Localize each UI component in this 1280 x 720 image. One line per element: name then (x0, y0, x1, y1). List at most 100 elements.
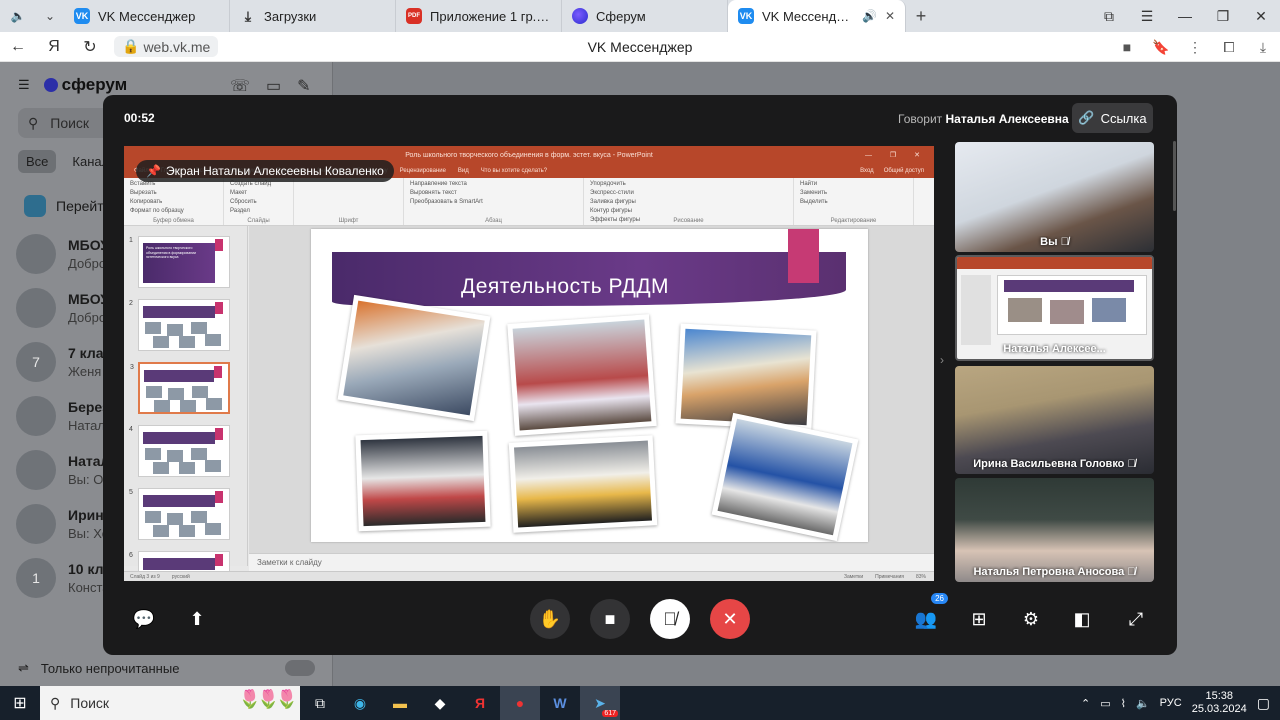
raise-hand-button[interactable]: ✋ (530, 599, 570, 639)
explorer-icon[interactable]: ▬ (380, 686, 420, 720)
ppt-ribbon-item[interactable]: Найти (800, 181, 907, 187)
participants-button[interactable]: 👥 26 (906, 593, 948, 639)
status-comments[interactable]: Примечания (875, 574, 904, 580)
ppt-thumb[interactable]: 1 Роль школьного творческого объединения … (129, 236, 230, 288)
downloads-icon[interactable]: ⤓ (1246, 39, 1280, 56)
participant-tile-screen[interactable]: Наталья Алексее... (955, 255, 1154, 361)
collapse-chevron-icon[interactable]: › (940, 353, 944, 367)
taskbar-search[interactable]: ⚲ Поиск 🌷🌷🌷 (40, 686, 300, 720)
ppt-ribbon-item[interactable]: Упорядочить (590, 181, 787, 187)
back-icon[interactable]: ← (0, 38, 36, 56)
yandex-browser-icon[interactable]: ● (500, 686, 540, 720)
minimize-icon[interactable]: — (1166, 8, 1204, 24)
battery-icon[interactable]: ▭ (1100, 697, 1110, 710)
filter-all[interactable]: Все (18, 150, 57, 173)
browser-tab[interactable]: Сферум (562, 0, 728, 32)
status-notes[interactable]: Заметки (844, 574, 863, 580)
pin-icon[interactable]: 📌 (146, 164, 161, 178)
browser-tab[interactable]: VK VK Мессенджер (64, 0, 230, 32)
restore-icon[interactable]: ❐ (1204, 8, 1242, 25)
camera-button[interactable]: ■ (590, 599, 630, 639)
ppt-menu-item[interactable]: Вид (458, 168, 469, 174)
word-icon[interactable]: W (540, 686, 580, 720)
edge-icon[interactable]: ◉ (340, 686, 380, 720)
fullscreen-button[interactable]: ⤢ (1116, 599, 1156, 639)
volume-icon[interactable]: 🔈 (1136, 697, 1150, 710)
participant-tile[interactable]: Вы 🎙̸ (955, 142, 1154, 252)
ppt-ribbon-item[interactable]: Заменить (800, 190, 907, 196)
menu-icon[interactable]: ☰ (1128, 8, 1166, 25)
speaker-icon[interactable]: 🔊 (862, 9, 877, 23)
ppt-ribbon-item[interactable]: Сбросить (230, 199, 287, 205)
link-button[interactable]: 🔗 Ссылка (1072, 103, 1153, 133)
participant-tile[interactable]: Наталья Петровна Аносова 🎙̸ (955, 478, 1154, 582)
reload-icon[interactable]: ↻ (72, 37, 108, 57)
ppt-notes[interactable]: Заметки к слайду (249, 553, 934, 571)
ppt-menu-right-item[interactable]: Общий доступ (884, 168, 924, 174)
end-call-button[interactable]: ✕ (710, 599, 750, 639)
ppt-thumb[interactable]: 5 (129, 488, 230, 540)
browser-tab[interactable]: ⤓ Загрузки (230, 0, 396, 32)
microphone-button[interactable]: 🎙̸ (650, 599, 690, 639)
browser-tab[interactable]: PDF Приложение 1 гр.309-24 | (396, 0, 562, 32)
chat-button[interactable]: 💬 (124, 599, 164, 639)
ppt-thumb[interactable]: 2 (129, 299, 230, 351)
ppt-ribbon-item[interactable]: Макет (230, 190, 287, 196)
share-screen-button[interactable]: ⬆ (177, 599, 217, 639)
windows-start-icon[interactable]: ⊞ (0, 693, 40, 713)
participant-tile[interactable]: Ирина Васильевна Головко 🎙̸ (955, 366, 1154, 474)
video-camera-icon: ■ (604, 608, 616, 629)
browser-tab-active[interactable]: VK VK Мессенджер 🔊 ✕ (728, 0, 906, 32)
notifications-icon[interactable]: ▢ (1257, 695, 1270, 712)
ppt-ribbon-item[interactable]: Направление текста (410, 181, 577, 187)
ppt-ribbon-item[interactable]: Заливка фигуры (590, 199, 787, 205)
layout-button[interactable]: ◧ (1062, 599, 1102, 639)
call-icon[interactable]: ☏ (230, 76, 250, 96)
compose-icon[interactable]: ✎ (297, 76, 310, 96)
participants-scrollbar[interactable] (1173, 141, 1176, 211)
language-indicator[interactable]: РУС (1160, 697, 1182, 709)
ppt-ribbon-item[interactable]: Копировать (130, 199, 217, 205)
yandex-app-icon[interactable]: Я (460, 686, 500, 720)
ppt-menu-right-item[interactable]: Вход (860, 168, 874, 174)
settings-button[interactable]: ⚙ (1011, 599, 1051, 639)
ppt-thumb[interactable]: 4 (129, 425, 230, 477)
extensions-icon[interactable]: ⧠ (1212, 39, 1246, 56)
camera-icon[interactable]: ■ (1110, 39, 1144, 55)
chevron-up-icon[interactable]: ⌃ (1081, 697, 1090, 710)
unread-toggle[interactable] (285, 660, 315, 676)
hamburger-icon[interactable]: ☰ (18, 77, 30, 93)
clock-date: 25.03.2024 (1191, 703, 1247, 715)
ppt-ribbon-item[interactable]: Преобразовать в SmartArt (410, 199, 577, 205)
unread-filter[interactable]: ⇌ Только непрочитанные (0, 660, 333, 676)
ppt-ribbon-item[interactable]: Выделить (800, 199, 907, 205)
ppt-ribbon-item[interactable]: Раздел (230, 208, 287, 214)
bookmark-icon[interactable]: 🔖 (1144, 39, 1178, 56)
yandex-icon[interactable]: Я (36, 38, 72, 56)
new-tab-button[interactable]: + (906, 6, 936, 27)
close-tab-icon[interactable]: ✕ (885, 9, 895, 23)
tab-list-chevron-icon[interactable]: ⌄ (36, 4, 64, 28)
ppt-thumb-number: 2 (129, 300, 133, 307)
status-zoom[interactable]: 83% (916, 574, 926, 580)
ppt-ribbon-item[interactable]: Выровнять текст (410, 190, 577, 196)
ppt-ribbon-item[interactable]: Формат по образцу (130, 208, 217, 214)
archive-icon[interactable]: ▭ (266, 76, 281, 96)
network-icon[interactable]: ⌇ (1121, 697, 1126, 710)
close-window-icon[interactable]: ✕ (1242, 8, 1280, 25)
clock[interactable]: 15:38 25.03.2024 (1192, 690, 1247, 716)
ppt-ribbon-item[interactable]: Контур фигуры (590, 208, 787, 214)
media-icon[interactable]: ◆ (420, 686, 460, 720)
collections-icon[interactable]: ⧉ (1090, 8, 1128, 25)
grid-view-button[interactable]: ⊞ (959, 599, 999, 639)
ppt-menu-item[interactable]: Рецензирование (400, 168, 446, 174)
telegram-icon[interactable]: ➤ 617 (580, 686, 620, 720)
ppt-thumb-selected[interactable]: 3 (130, 362, 230, 414)
ppt-menu-item[interactable]: Что вы хотите сделать? (481, 168, 547, 174)
ppt-ribbon-item[interactable]: Вырезать (130, 190, 217, 196)
ppt-ribbon-item[interactable]: Экспресс-стили (590, 190, 787, 196)
more-icon[interactable]: ⋮ (1178, 39, 1212, 56)
task-view-icon[interactable]: ⧉ (300, 686, 340, 720)
url-field[interactable]: 🔒 web.vk.me (114, 36, 219, 57)
tab-audio-icon[interactable]: 🔈 (4, 4, 32, 28)
